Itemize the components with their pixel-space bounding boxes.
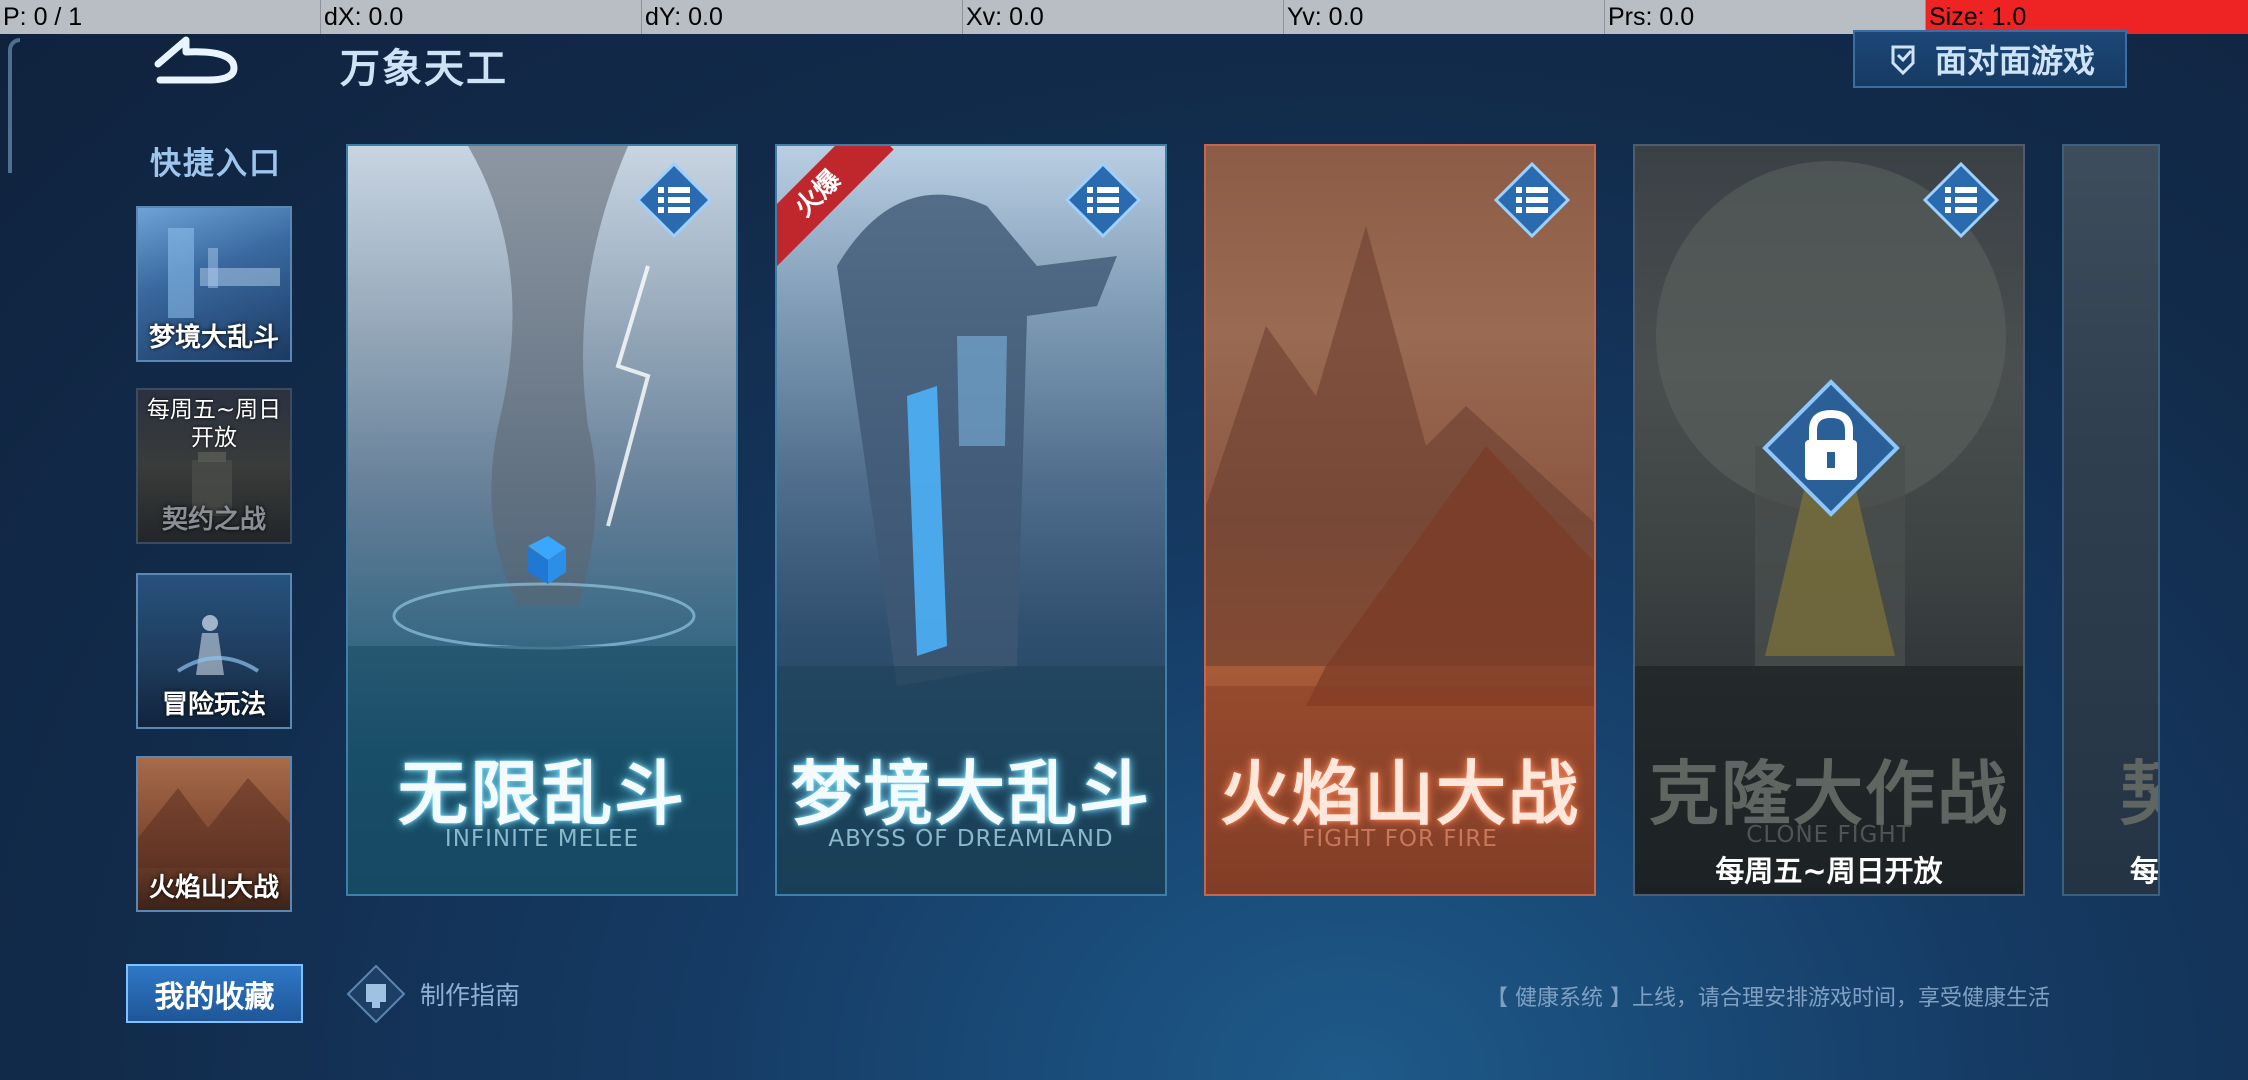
quick-entry-flame-mountain[interactable]: 火焰山大战	[136, 756, 292, 912]
card-title: 梦境大乱斗	[791, 753, 1151, 835]
card-subtitle: CLONE FIGHT	[1746, 822, 1912, 848]
card-title: 无限乱斗	[398, 753, 686, 835]
quick-entry-label: 梦境大乱斗	[148, 323, 279, 353]
card-title: 火焰山大战	[1220, 753, 1580, 835]
quick-entry-label: 火焰山大战	[148, 873, 279, 903]
creation-guide-link[interactable]: 制作指南	[346, 964, 520, 1024]
card-title: 契	[2120, 738, 2158, 839]
face-to-face-button[interactable]: 面对面游戏	[1853, 30, 2127, 88]
debug-pointer: P: 0 / 1	[0, 0, 321, 34]
debug-xv: Xv: 0.0	[963, 0, 1284, 34]
back-button[interactable]	[148, 34, 244, 84]
face-to-face-label: 面对面游戏	[1934, 42, 2095, 80]
debug-dy: dY: 0.0	[642, 0, 963, 34]
mode-card-contract-partial[interactable]: 契 每	[2062, 144, 2160, 896]
quick-entry-title: 快捷入口	[150, 146, 282, 182]
debug-size: Size: 1.0	[1926, 0, 2248, 34]
card-schedule: 每周五~周日开放	[1715, 854, 1943, 888]
quick-entry-label: 冒险玩法	[161, 690, 266, 720]
guide-icon	[346, 964, 406, 1024]
my-favorites-button[interactable]: 我的收藏	[126, 964, 303, 1023]
mode-card-flame-mountain[interactable]: 火焰山大战 FIGHT FOR FIRE	[1204, 144, 1596, 896]
card-menu-icon[interactable]	[1921, 160, 2001, 240]
lock-icon	[1762, 379, 1900, 517]
debug-pressure: Prs: 0.0	[1605, 0, 1926, 34]
quick-entry-dreamland[interactable]: 梦境大乱斗	[136, 206, 292, 362]
page-title: 万象天工	[340, 46, 508, 92]
guide-label: 制作指南	[420, 981, 521, 1010]
quick-entry-label: 契约之战	[161, 505, 266, 535]
debug-dx: dX: 0.0	[321, 0, 642, 34]
debug-yv: Yv: 0.0	[1284, 0, 1605, 34]
edge-decoration	[8, 38, 20, 173]
card-schedule: 每	[2130, 854, 2160, 888]
health-system-notice: 【 健康系统 】上线，请合理安排游戏时间，享受健康生活	[1486, 986, 2050, 1011]
card-subtitle: INFINITE MELEE	[444, 826, 640, 852]
pointer-debug-bar: P: 0 / 1 dX: 0.0 dY: 0.0 Xv: 0.0 Yv: 0.0…	[0, 0, 2248, 34]
card-menu-icon[interactable]	[1492, 160, 1572, 240]
mode-card-clone-fight[interactable]: 克隆大作战 CLONE FIGHT 每周五~周日开放	[1633, 144, 2025, 896]
face-to-face-icon	[1891, 45, 1915, 76]
mode-card-dreamland[interactable]: 火爆 梦境大乱斗 ABYSS OF DREAMLAND	[775, 144, 1167, 896]
quick-entry-adventure[interactable]: 冒险玩法	[136, 573, 292, 729]
mode-card-infinite-melee[interactable]: 无限乱斗 INFINITE MELEE	[346, 144, 738, 896]
card-subtitle: FIGHT FOR FIRE	[1302, 826, 1498, 852]
quick-entry-contract-battle[interactable]: 每周五~周日开放 契约之战	[136, 388, 292, 544]
card-menu-icon[interactable]	[1063, 160, 1143, 240]
card-subtitle: ABYSS OF DREAMLAND	[828, 826, 1114, 852]
card-menu-icon[interactable]	[634, 160, 714, 240]
back-arrow-icon	[154, 36, 238, 84]
